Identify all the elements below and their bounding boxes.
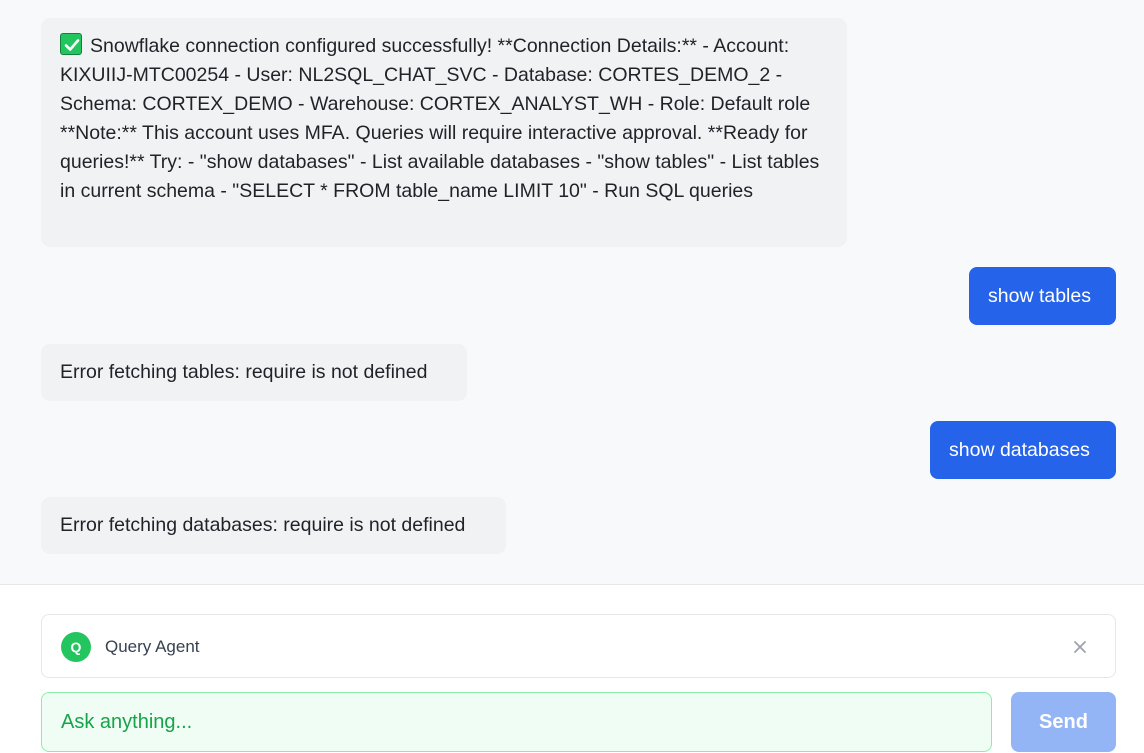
selected-agent-chip: Q Query Agent: [41, 614, 1116, 678]
message-text: Error fetching tables: require is not de…: [60, 361, 428, 383]
check-box-icon: [60, 33, 82, 55]
message-text: Error fetching databases: require is not…: [60, 514, 466, 536]
close-icon[interactable]: [1069, 636, 1091, 658]
agent-name: Query Agent: [105, 637, 200, 656]
message-text: show databases: [949, 439, 1090, 461]
agent-avatar: Q: [61, 632, 91, 662]
assistant-message: Error fetching tables: require is not de…: [41, 344, 467, 401]
chat-messages: Snowflake connection configured successf…: [0, 0, 1144, 585]
message-input-container: [41, 692, 992, 752]
send-button[interactable]: Send: [1011, 692, 1116, 752]
assistant-message: Snowflake connection configured successf…: [41, 18, 847, 247]
user-message: show databases: [930, 421, 1116, 479]
user-message: show tables: [969, 267, 1116, 325]
assistant-message: Error fetching databases: require is not…: [41, 497, 506, 554]
message-text: Snowflake connection configured successf…: [60, 35, 820, 202]
message-text: show tables: [988, 285, 1091, 307]
message-input[interactable]: [42, 693, 991, 751]
